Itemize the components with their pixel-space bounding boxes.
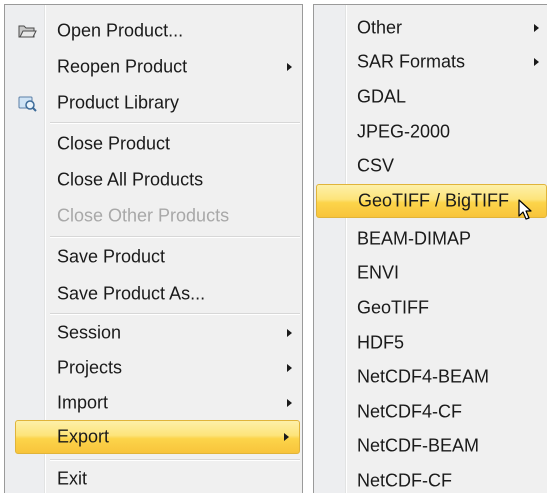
export-item-jpeg-2000[interactable]: JPEG-2000 (314, 115, 547, 149)
export-item-beam-dimap[interactable]: BEAM-DIMAP (314, 222, 547, 256)
menu-item-label: Product Library (57, 92, 180, 113)
export-item-sar-formats[interactable]: SAR Formats (314, 45, 547, 79)
menu-item-label: Close Product (57, 133, 171, 154)
menu-separator (50, 459, 300, 461)
export-item-netcdf-cf[interactable]: NetCDF-CF (314, 464, 547, 493)
menu-item-label: ENVI (357, 262, 400, 283)
menu-item-label: GeoTIFF (357, 297, 430, 318)
menu-item-label: SAR Formats (357, 51, 466, 72)
menu-item-close-all-products[interactable]: Close All Products (5, 163, 302, 197)
export-item-hdf5[interactable]: HDF5 (314, 326, 547, 360)
export-item-envi[interactable]: ENVI (314, 256, 547, 290)
menu-item-label: Session (57, 322, 122, 343)
menu-item-close-other-products: Close Other Products (5, 199, 302, 233)
menu-item-label: Exit (57, 468, 88, 489)
export-item-csv[interactable]: CSV (314, 149, 547, 183)
menu-item-exit[interactable]: Exit (5, 462, 302, 493)
export-submenu: Other SAR Formats GDAL JPEG-2000 CSV Geo… (313, 4, 547, 493)
menu-item-projects[interactable]: Projects (5, 351, 302, 385)
export-item-other[interactable]: Other (314, 11, 547, 45)
submenu-arrow-icon (287, 329, 292, 337)
file-menu: Open Product... Reopen Product Product L… (4, 4, 303, 493)
menu-item-label: BEAM-DIMAP (357, 228, 472, 249)
menu-item-session[interactable]: Session (5, 316, 302, 350)
submenu-arrow-icon (287, 364, 292, 372)
menu-item-reopen-product[interactable]: Reopen Product (5, 50, 302, 84)
menu-separator (50, 122, 300, 124)
export-item-gdal[interactable]: GDAL (314, 80, 547, 114)
menu-item-import[interactable]: Import (5, 386, 302, 420)
menu-item-label: NetCDF4-BEAM (357, 366, 490, 387)
export-item-netcdf-beam[interactable]: NetCDF-BEAM (314, 429, 547, 463)
menu-item-label: Close Other Products (57, 205, 230, 226)
menu-item-label: Save Product (57, 246, 166, 267)
menu-item-label: HDF5 (357, 332, 405, 353)
menu-item-label: Close All Products (57, 169, 204, 190)
export-item-geotiff-bigtiff[interactable]: GeoTIFF / BigTIFF (316, 184, 547, 220)
menu-item-product-library[interactable]: Product Library (5, 86, 302, 120)
menu-item-label: JPEG-2000 (357, 121, 451, 142)
menu-item-save-product-as[interactable]: Save Product As... (5, 277, 302, 311)
menu-item-label: Export (57, 426, 110, 447)
submenu-arrow-icon (284, 433, 289, 441)
export-item-netcdf4-beam[interactable]: NetCDF4-BEAM (314, 360, 547, 394)
submenu-arrow-icon (287, 63, 292, 71)
menu-item-label: Open Product... (57, 20, 184, 41)
menu-item-label: Import (57, 392, 109, 413)
folder-open-icon (17, 22, 37, 40)
menu-separator (50, 236, 300, 238)
menu-item-save-product[interactable]: Save Product (5, 240, 302, 274)
menu-item-label: Other (357, 17, 403, 38)
submenu-arrow-icon (287, 399, 292, 407)
menu-item-label: NetCDF-BEAM (357, 435, 480, 456)
menu-item-label: CSV (357, 155, 395, 176)
menu-item-label: NetCDF4-CF (357, 401, 463, 422)
menu-item-open-product[interactable]: Open Product... (5, 14, 302, 48)
menu-separator (50, 313, 300, 315)
export-item-netcdf4-cf[interactable]: NetCDF4-CF (314, 395, 547, 429)
submenu-arrow-icon (534, 58, 539, 66)
menu-item-label: Reopen Product (57, 56, 188, 77)
submenu-arrow-icon (534, 24, 539, 32)
menu-item-close-product[interactable]: Close Product (5, 127, 302, 161)
menu-item-label: NetCDF-CF (357, 470, 452, 491)
menu-item-label: GeoTIFF / BigTIFF (358, 190, 510, 211)
menu-item-label: Save Product As... (57, 283, 206, 304)
product-library-icon (17, 94, 37, 112)
menu-item-label: Projects (57, 357, 123, 378)
menu-item-label: GDAL (357, 86, 407, 107)
menu-item-export[interactable]: Export (15, 420, 300, 454)
export-item-geotiff[interactable]: GeoTIFF (314, 291, 547, 325)
